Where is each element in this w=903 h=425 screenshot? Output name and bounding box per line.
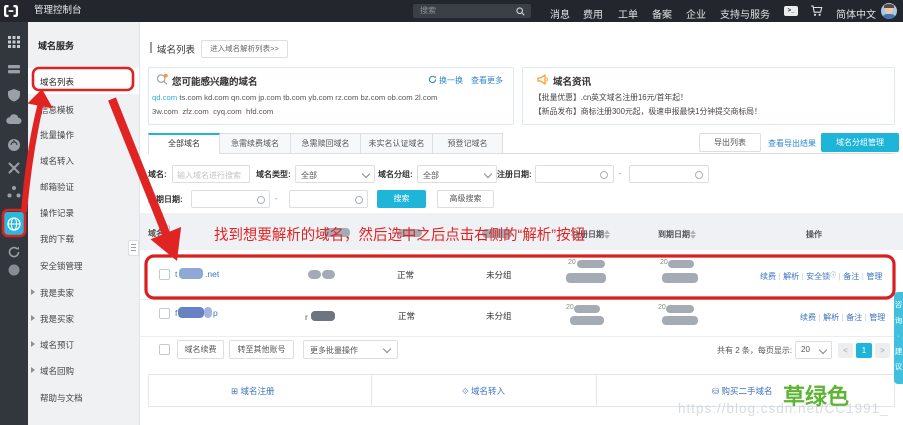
svg-text:找到想要解析的域名，然后选中之后点击右侧的“解析”按钮: 找到想要解析的域名，然后选中之后点击右侧的“解析”按钮 [214, 227, 585, 244]
